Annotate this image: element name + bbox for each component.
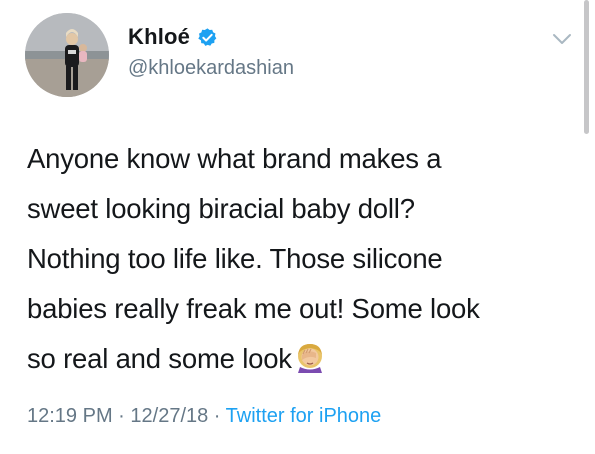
- tweet-text-line: Anyone know what brand makes a: [27, 143, 442, 174]
- user-handle[interactable]: @khloekardashian: [128, 57, 294, 80]
- display-name[interactable]: Khloé: [128, 24, 190, 50]
- meta-separator: ·: [208, 405, 226, 427]
- tweet-text: Anyone know what brand makes a sweet loo…: [27, 134, 577, 384]
- avatar[interactable]: [25, 13, 109, 97]
- tweet-text-line: so real and some look: [27, 343, 292, 374]
- tweet-text-line-last: so real and some look: [27, 334, 577, 384]
- tweet-source-link[interactable]: Twitter for iPhone: [226, 405, 382, 427]
- profile-photo-icon: [25, 13, 109, 97]
- tweet-text-line: sweet looking biracial baby doll?: [27, 193, 415, 224]
- tweet-time: 12:19 PM: [27, 405, 113, 427]
- meta-separator: ·: [112, 405, 131, 427]
- tweet-text-line: babies really freak me out! Some look: [27, 293, 480, 324]
- face-palm-emoji-icon: [294, 339, 326, 373]
- author-name-row[interactable]: Khloé: [128, 24, 218, 50]
- tweet-card: Khloé @khloekardashian Anyone know what …: [0, 0, 595, 454]
- scrollbar[interactable]: [584, 0, 589, 134]
- tweet-date: 12/27/18: [130, 405, 209, 427]
- tweet-text-line: Nothing too life like. Those silicone: [27, 243, 443, 274]
- chevron-down-icon[interactable]: [552, 32, 572, 46]
- tweet-meta: 12:19 PM · 12/27/18 · Twitter for iPhone: [27, 405, 381, 428]
- verified-badge-icon: [197, 27, 218, 48]
